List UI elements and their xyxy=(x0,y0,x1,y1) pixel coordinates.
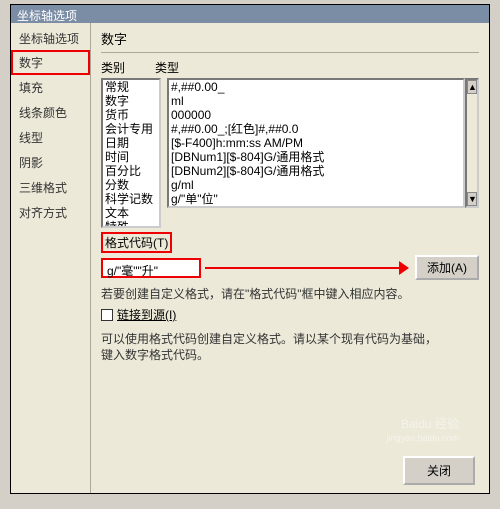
sidebar-item-align[interactable]: 对齐方式 xyxy=(11,200,90,225)
checkbox-label: 链接到源(I) xyxy=(117,306,176,323)
cat-item[interactable]: 特殊 xyxy=(103,220,159,228)
page-title: 数字 xyxy=(101,29,479,53)
type-item[interactable]: [DBNum2][$-804]G/通用格式 xyxy=(169,164,463,178)
sidebar-item-line-style[interactable]: 线型 xyxy=(11,125,90,150)
checkbox-icon[interactable] xyxy=(101,309,113,321)
category-listbox[interactable]: 常规 数字 货币 会计专用 日期 时间 百分比 分数 科学记数 文本 特殊 自定… xyxy=(101,78,161,228)
type-item[interactable]: g/"单"位" xyxy=(169,192,463,206)
scroll-down-icon[interactable]: ▼ xyxy=(467,192,477,206)
type-listbox[interactable]: #,##0.00_ ml 000000 #,##0.00_;[红色]#,##0.… xyxy=(167,78,465,208)
annotation-arrow xyxy=(205,258,407,278)
cat-item[interactable]: 常规 xyxy=(103,80,159,94)
hint-text-1: 若要创建自定义格式，请在"格式代码"框中键入相应内容。 xyxy=(101,286,479,302)
cat-item[interactable]: 科学记数 xyxy=(103,192,159,206)
cat-item[interactable]: 日期 xyxy=(103,136,159,150)
titlebar: 坐标轴选项 xyxy=(11,5,489,23)
window-title: 坐标轴选项 xyxy=(17,9,77,23)
lists-row: 常规 数字 货币 会计专用 日期 时间 百分比 分数 科学记数 文本 特殊 自定… xyxy=(101,78,479,228)
hint-text-2: 可以使用格式代码创建自定义格式。请以某个现有代码为基础， 键入数字格式代码。 xyxy=(101,331,479,363)
labels-row: 类别 类型 xyxy=(101,59,479,76)
type-item[interactable]: 000000 xyxy=(169,108,463,122)
sidebar-item-fill[interactable]: 填充 xyxy=(11,75,90,100)
format-code-label: 格式代码(T) xyxy=(101,232,172,253)
scroll-up-icon[interactable]: ▲ xyxy=(467,80,477,94)
type-label: 类型 xyxy=(155,59,479,76)
sidebar-item-line-color[interactable]: 线条颜色 xyxy=(11,100,90,125)
cat-item[interactable]: 文本 xyxy=(103,206,159,220)
type-item[interactable]: ml xyxy=(169,94,463,108)
main-panel: 数字 类别 类型 常规 数字 货币 会计专用 日期 时间 百分比 分数 科学记数… xyxy=(91,23,489,493)
type-item[interactable]: g/ml xyxy=(169,178,463,192)
link-to-source-checkbox[interactable]: 链接到源(I) xyxy=(101,306,479,323)
type-item[interactable]: [$-F400]h:mm:ss AM/PM xyxy=(169,136,463,150)
cat-item[interactable]: 时间 xyxy=(103,150,159,164)
cat-item[interactable]: 会计专用 xyxy=(103,122,159,136)
content-area: 坐标轴选项 数字 填充 线条颜色 线型 阴影 三维格式 对齐方式 数字 类别 类… xyxy=(11,23,489,493)
type-item[interactable]: #,##0.00_;[红色]#,##0.0 xyxy=(169,122,463,136)
cat-item[interactable]: 数字 xyxy=(103,94,159,108)
type-item[interactable]: [DBNum1][$-804]G/通用格式 xyxy=(169,150,463,164)
cat-item[interactable]: 百分比 xyxy=(103,164,159,178)
sidebar: 坐标轴选项 数字 填充 线条颜色 线型 阴影 三维格式 对齐方式 xyxy=(11,23,91,493)
arrow-head-icon xyxy=(399,261,409,275)
sidebar-title: 坐标轴选项 xyxy=(11,27,90,50)
cat-item[interactable]: 分数 xyxy=(103,178,159,192)
cat-item[interactable]: 货币 xyxy=(103,108,159,122)
arrow-line xyxy=(205,267,407,269)
sidebar-item-shadow[interactable]: 阴影 xyxy=(11,150,90,175)
close-button[interactable]: 关闭 xyxy=(403,456,475,485)
scrollbar[interactable]: ▲ ▼ xyxy=(465,78,479,208)
watermark: Baidu 经验 jingyan.baidu.com xyxy=(386,417,459,445)
sidebar-item-number[interactable]: 数字 xyxy=(11,50,90,75)
category-label: 类别 xyxy=(101,59,149,76)
format-code-input[interactable]: g/"毫""升" xyxy=(101,258,201,278)
type-item-selected[interactable]: g/"毫""升" xyxy=(169,206,463,208)
dialog-window: 坐标轴选项 坐标轴选项 数字 填充 线条颜色 线型 阴影 三维格式 对齐方式 数… xyxy=(10,4,490,494)
type-item[interactable]: #,##0.00_ xyxy=(169,80,463,94)
sidebar-item-3d[interactable]: 三维格式 xyxy=(11,175,90,200)
code-row: g/"毫""升" 添加(A) xyxy=(101,255,479,280)
add-button[interactable]: 添加(A) xyxy=(415,255,479,280)
footer: 关闭 xyxy=(403,456,475,485)
